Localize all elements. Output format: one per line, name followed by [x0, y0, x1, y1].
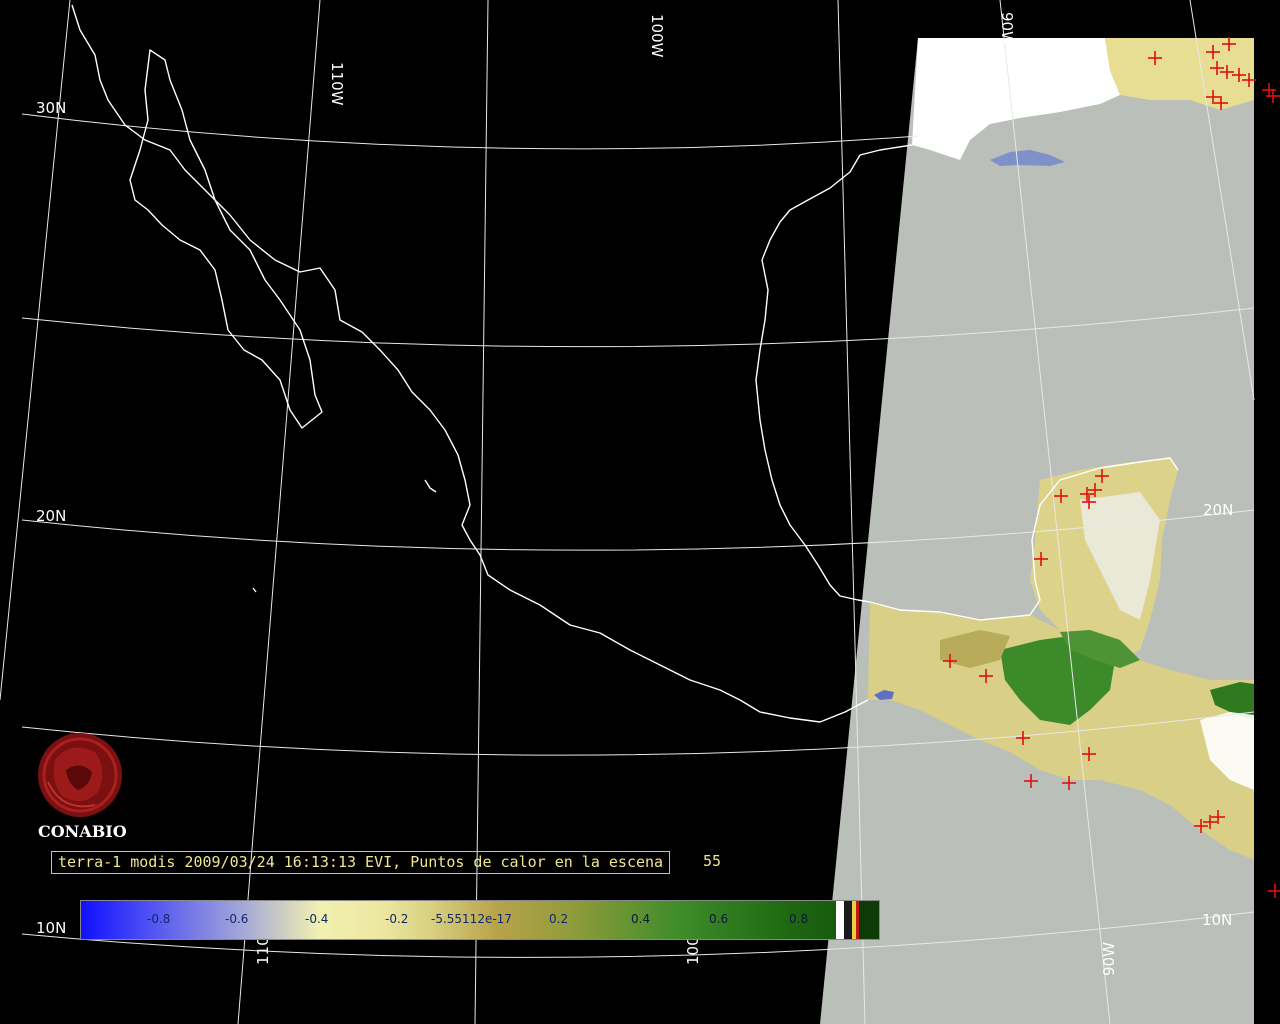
colorbar-tick-label: 0.4 [631, 912, 651, 926]
label-lon-90w-bottom: 90W [1100, 942, 1118, 976]
label-lon-100w-top: 100W [648, 14, 666, 58]
colorbar-tick-label: -0.4 [305, 912, 329, 926]
colorbar-tick-label: 0.2 [549, 912, 569, 926]
colorbar-end-white [836, 901, 844, 939]
evi-colorbar: -0.8 -0.6 -0.4 -0.2 -5.55112e-17 0.2 0.4… [80, 900, 880, 940]
hotspot-count: 55 [703, 852, 722, 870]
coastline-islands-a [424, 479, 437, 493]
scene-caption: terra-1 modis 2009/03/24 16:13:13 EVI, P… [51, 851, 671, 874]
label-lat-20n-right: 20N [1203, 501, 1233, 519]
label-lat-10n-right: 10N [1202, 911, 1232, 929]
conabio-logo-emblem [38, 733, 122, 817]
label-lat-10n-left: 10N [36, 919, 66, 937]
colorbar-tick-label: 0.6 [709, 912, 729, 926]
label-lon-110w-top: 110W [328, 62, 346, 106]
colorbar-tick-label: -0.6 [225, 912, 249, 926]
colorbar-end-black [844, 901, 852, 939]
label-lat-30n-left: 30N [36, 99, 66, 117]
colorbar-end-darkgreen [859, 901, 879, 939]
coastline-islands-b [252, 587, 257, 593]
parallel-30n [21, 113, 919, 150]
colorbar-tick-label: -5.55112e-17 [431, 912, 512, 926]
coastline-baja-california [129, 49, 323, 429]
colorbar-tick-label: 0.8 [789, 912, 809, 926]
hotspot-marker [1268, 884, 1280, 898]
label-lon-90w-top: 90W [998, 12, 1016, 46]
conabio-logo-text: CONABIO [38, 822, 127, 841]
coastline-pacific-mainland [71, 4, 869, 723]
label-lat-20n-left: 20N [36, 507, 66, 525]
hotspot-marker [1262, 83, 1276, 97]
colorbar-tick-label: -0.8 [147, 912, 171, 926]
colorbar-tick-label: -0.2 [385, 912, 409, 926]
hotspot-marker [1266, 89, 1280, 103]
